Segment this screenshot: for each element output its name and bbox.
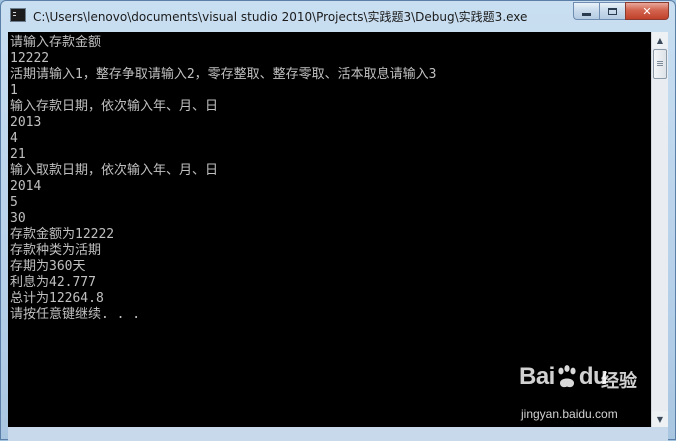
- console-app-icon[interactable]: [10, 8, 26, 22]
- window-bottom-frame: [8, 427, 668, 441]
- maximize-icon: [608, 7, 617, 15]
- console-line: 2013: [10, 115, 42, 130]
- grip-icon: [657, 61, 663, 62]
- console-line: 4: [10, 131, 18, 146]
- console-line: 存款种类为活期: [10, 243, 102, 258]
- minimize-icon: [582, 12, 591, 16]
- scroll-up-button[interactable]: ▲: [652, 32, 668, 48]
- minimize-button[interactable]: [573, 2, 599, 20]
- close-icon: ✕: [642, 4, 652, 18]
- console-line: 总计为12264.8: [10, 291, 104, 306]
- arrow-down-icon: ▼: [656, 414, 664, 424]
- console-lines: 请输入存款金额 12222 活期请输入1，整存争取请输入2，零存整取、整存零取、…: [10, 35, 436, 323]
- console-output-area[interactable]: 请输入存款金额 12222 活期请输入1，整存争取请输入2，零存整取、整存零取、…: [8, 32, 651, 427]
- title-bar[interactable]: C:\Users\lenovo\documents\visual studio …: [1, 1, 675, 31]
- window-controls: ✕: [573, 2, 669, 20]
- console-line: 1: [10, 83, 18, 98]
- console-line: 活期请输入1，整存争取请输入2，零存整取、整存零取、活本取息请输入3: [10, 67, 437, 82]
- console-line: 21: [10, 147, 26, 162]
- vertical-scrollbar[interactable]: ▲ ▼: [651, 32, 668, 427]
- close-button[interactable]: ✕: [625, 2, 669, 20]
- console-line: 5: [10, 195, 18, 210]
- maximize-button[interactable]: [599, 2, 625, 20]
- console-line: 存期为360天: [10, 259, 86, 274]
- console-line: 请按任意键继续. . .: [10, 307, 141, 322]
- arrow-up-icon: ▲: [656, 35, 664, 45]
- console-line: 30: [10, 211, 26, 226]
- console-line: 请输入存款金额: [10, 35, 102, 50]
- console-window: C:\Users\lenovo\documents\visual studio …: [0, 0, 676, 441]
- console-line: 输入取款日期，依次输入年、月、日: [10, 163, 219, 178]
- scroll-down-button[interactable]: ▼: [652, 411, 668, 427]
- console-line: 输入存款日期，依次输入年、月、日: [10, 99, 219, 114]
- scrollbar-thumb[interactable]: [653, 49, 667, 79]
- window-title: C:\Users\lenovo\documents\visual studio …: [33, 10, 528, 24]
- console-line: 12222: [10, 51, 50, 66]
- console-line: 存款金额为12222: [10, 227, 115, 242]
- console-line: 2014: [10, 179, 42, 194]
- console-line: 利息为42.777: [10, 275, 96, 290]
